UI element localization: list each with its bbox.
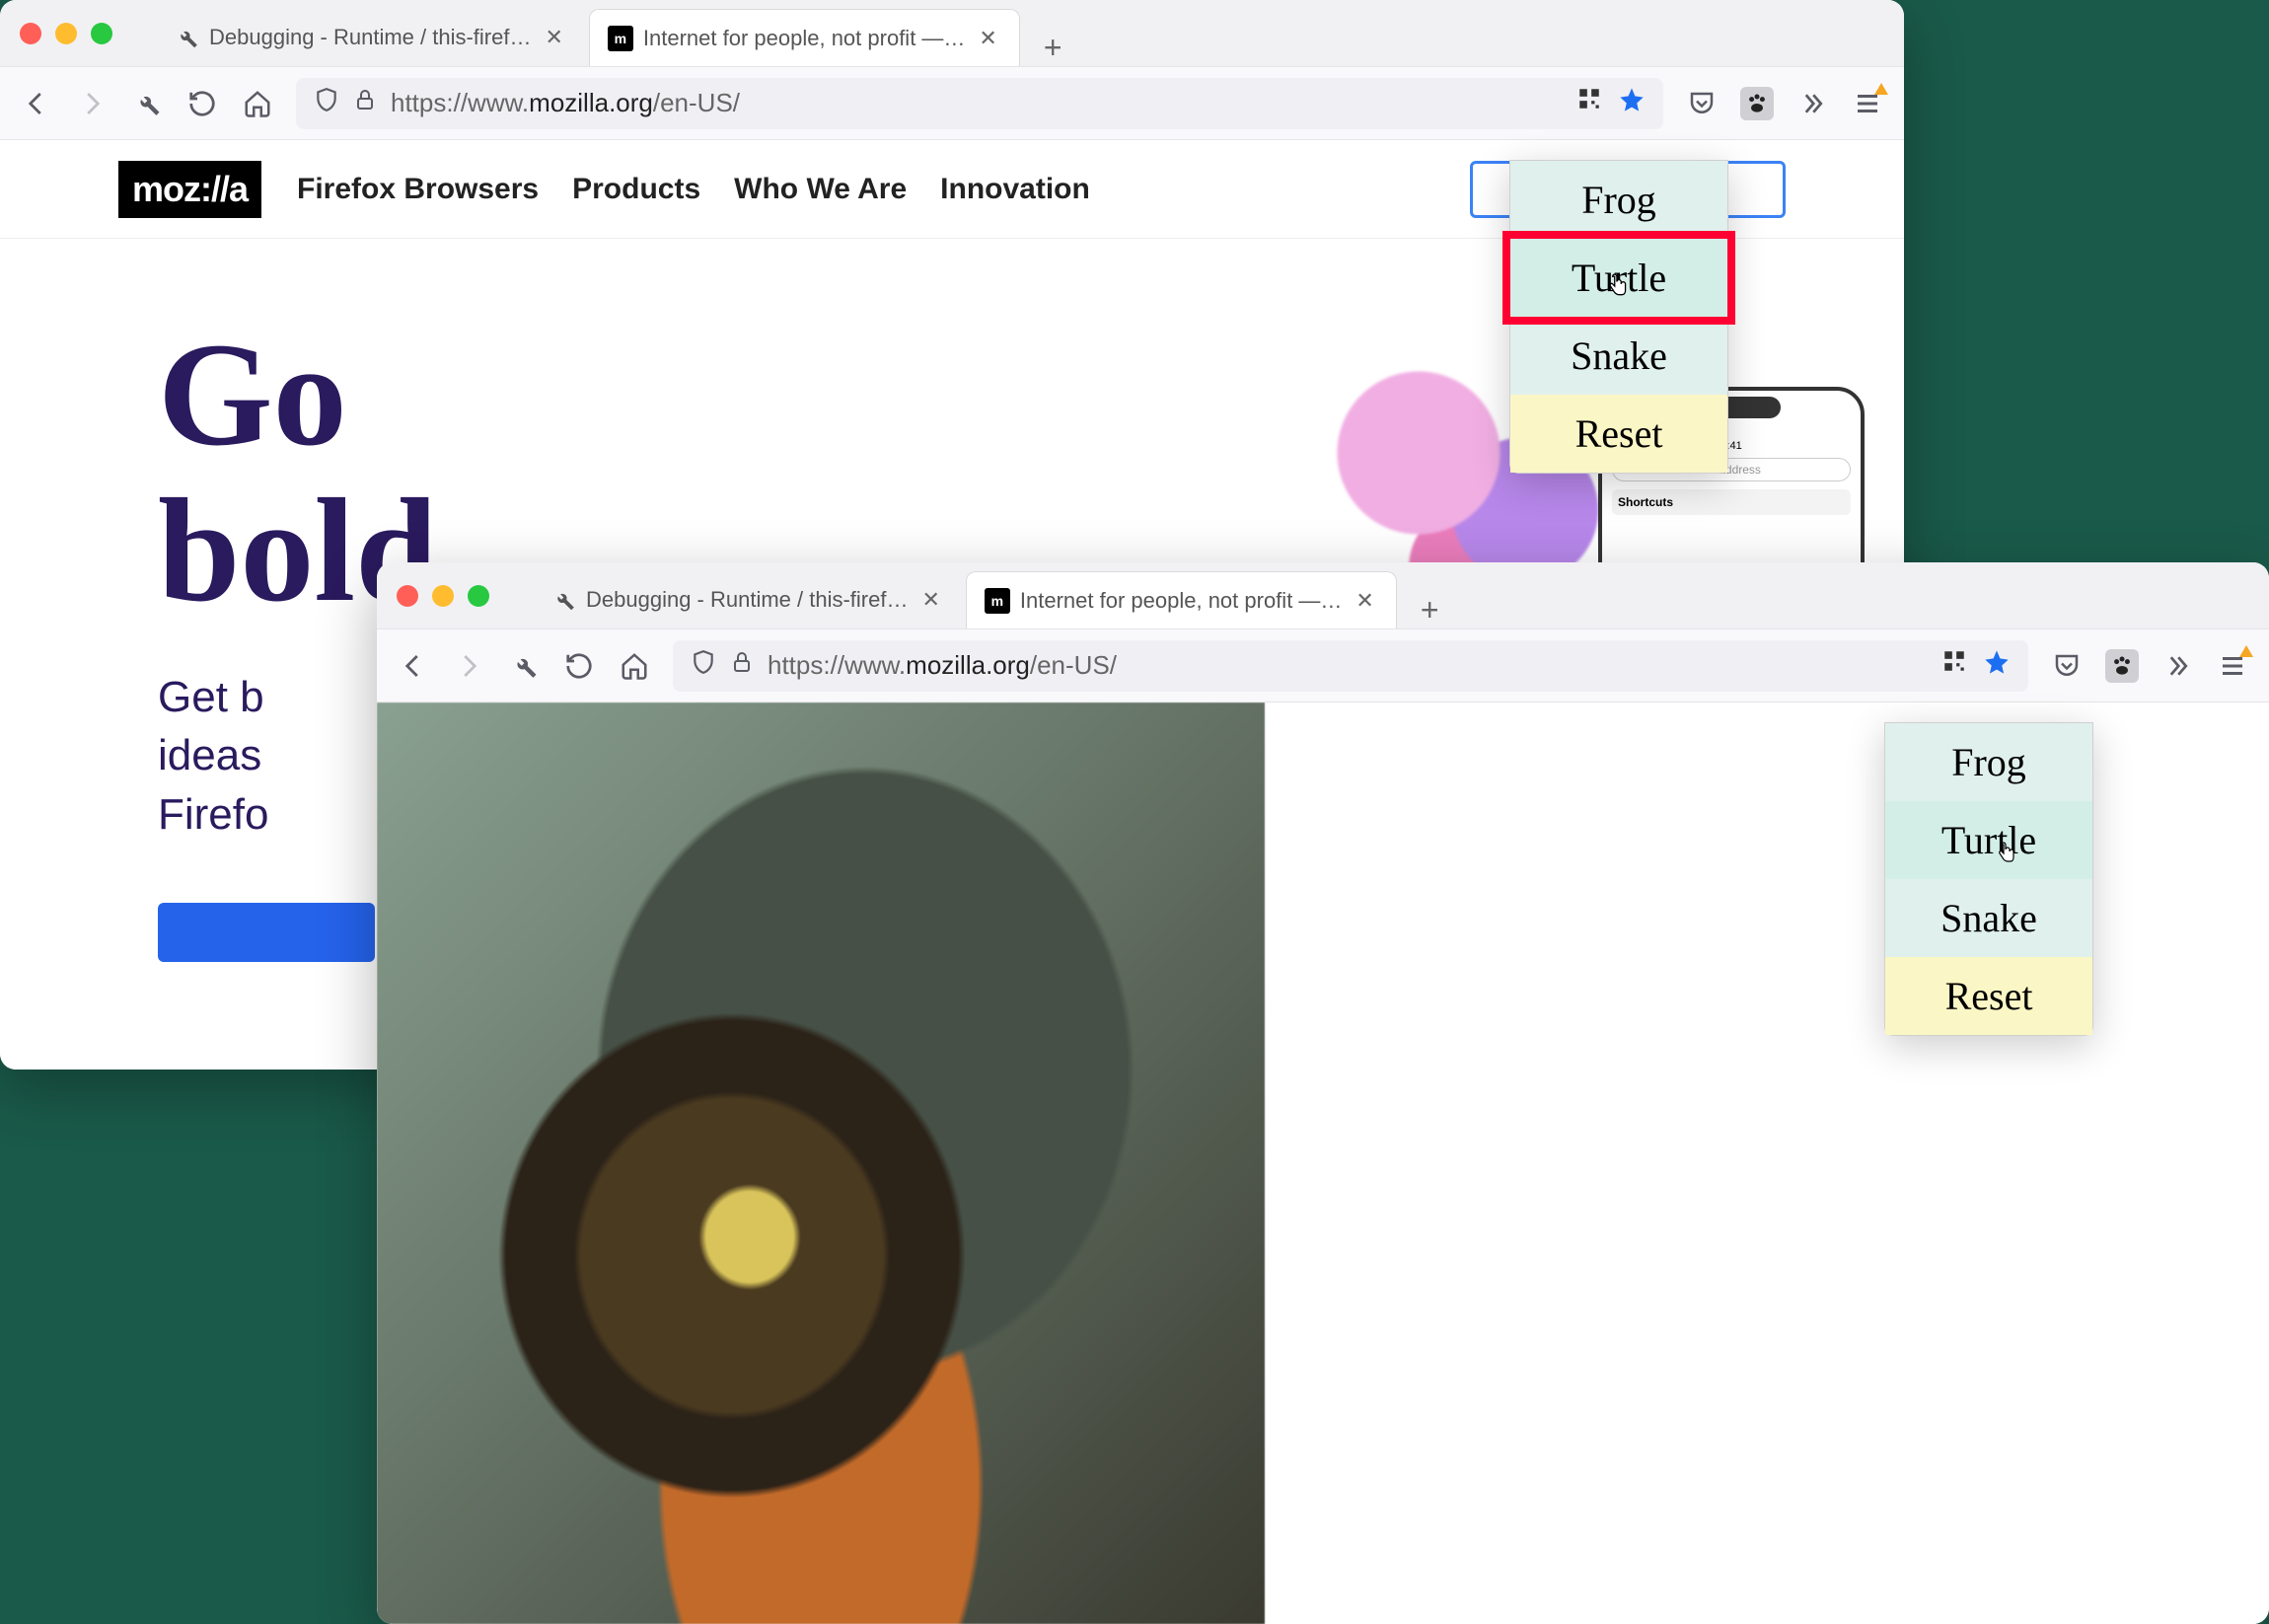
cursor-hand-icon bbox=[1605, 262, 1631, 288]
maximize-window-button[interactable] bbox=[91, 23, 112, 44]
forward-button[interactable] bbox=[452, 649, 485, 683]
phone-shortcuts-card: Shortcuts bbox=[1612, 489, 1851, 515]
popup-item-frog[interactable]: Frog bbox=[1510, 161, 1727, 239]
qr-icon[interactable] bbox=[1576, 86, 1602, 120]
extension-popup: Frog Turtle Snake Reset bbox=[1509, 160, 1728, 474]
close-window-button[interactable] bbox=[397, 585, 418, 607]
new-tab-button[interactable]: + bbox=[1024, 30, 1082, 66]
pocket-button[interactable] bbox=[1685, 87, 1719, 120]
forward-button[interactable] bbox=[75, 87, 109, 120]
popup-item-turtle[interactable]: Turtle bbox=[1885, 801, 2092, 879]
overflow-button[interactable] bbox=[2160, 649, 2194, 683]
tab-mozilla[interactable]: m Internet for people, not profit —… ✕ bbox=[589, 9, 1020, 66]
popup-item-snake[interactable]: Snake bbox=[1885, 879, 2092, 957]
turtle-image bbox=[377, 702, 1265, 1624]
tab-title: Debugging - Runtime / this-firef… bbox=[209, 25, 531, 50]
hamburger-menu-button[interactable] bbox=[2216, 649, 2249, 683]
traffic-lights bbox=[397, 585, 489, 607]
tab-strip: Debugging - Runtime / this-firef… ✕ m In… bbox=[533, 562, 2249, 628]
hero-cta-button[interactable] bbox=[158, 903, 375, 962]
toolbar: https://www.mozilla.org/en-US/ bbox=[0, 67, 1904, 140]
shield-icon[interactable] bbox=[314, 87, 339, 119]
tab-title: Debugging - Runtime / this-firef… bbox=[586, 587, 908, 613]
new-tab-button[interactable]: + bbox=[1401, 592, 1459, 628]
notification-dot-icon bbox=[1874, 83, 1888, 95]
bookmark-star-icon[interactable] bbox=[1983, 648, 2011, 683]
nav-innovation[interactable]: Innovation bbox=[940, 173, 1090, 206]
devtools-button[interactable] bbox=[130, 87, 164, 120]
titlebar: Debugging - Runtime / this-firef… ✕ m In… bbox=[0, 0, 1904, 67]
toolbar: https://www.mozilla.org/en-US/ bbox=[377, 629, 2269, 702]
overflow-button[interactable] bbox=[1795, 87, 1829, 120]
paw-extension-button[interactable] bbox=[2105, 649, 2139, 683]
wrench-icon bbox=[174, 25, 199, 50]
tab-debugging[interactable]: Debugging - Runtime / this-firef… ✕ bbox=[156, 9, 585, 66]
back-button[interactable] bbox=[397, 649, 430, 683]
mozilla-favicon-icon: m bbox=[608, 26, 633, 51]
tab-title: Internet for people, not profit —… bbox=[643, 26, 966, 51]
mozilla-logo[interactable]: moz://a bbox=[118, 161, 261, 218]
close-window-button[interactable] bbox=[20, 23, 41, 44]
paw-extension-button[interactable] bbox=[1740, 87, 1774, 120]
shield-icon[interactable] bbox=[691, 649, 716, 682]
cursor-hand-icon bbox=[1994, 829, 2019, 854]
url-bar[interactable]: https://www.mozilla.org/en-US/ bbox=[673, 640, 2028, 692]
tab-close-button[interactable]: ✕ bbox=[1352, 588, 1377, 614]
popup-item-label: Turtle bbox=[1941, 818, 2036, 862]
reload-button[interactable] bbox=[562, 649, 596, 683]
popup-item-turtle[interactable]: Turtle bbox=[1510, 239, 1727, 317]
notification-dot-icon bbox=[2239, 645, 2253, 657]
popup-item-snake[interactable]: Snake bbox=[1510, 317, 1727, 395]
mozilla-favicon-icon: m bbox=[985, 588, 1010, 614]
tab-debugging[interactable]: Debugging - Runtime / this-firef… ✕ bbox=[533, 571, 962, 628]
lock-icon[interactable] bbox=[353, 88, 377, 118]
qr-icon[interactable] bbox=[1941, 648, 1967, 683]
titlebar: Debugging - Runtime / this-firef… ✕ m In… bbox=[377, 562, 2269, 629]
traffic-lights bbox=[20, 23, 112, 44]
browser-window-2: Debugging - Runtime / this-firef… ✕ m In… bbox=[377, 562, 2269, 1624]
popup-item-reset[interactable]: Reset bbox=[1885, 957, 2092, 1035]
bookmark-star-icon[interactable] bbox=[1618, 86, 1646, 120]
minimize-window-button[interactable] bbox=[432, 585, 454, 607]
tab-strip: Debugging - Runtime / this-firef… ✕ m In… bbox=[156, 0, 1884, 66]
maximize-window-button[interactable] bbox=[468, 585, 489, 607]
home-button[interactable] bbox=[241, 87, 274, 120]
back-button[interactable] bbox=[20, 87, 53, 120]
tab-title: Internet for people, not profit —… bbox=[1020, 588, 1343, 614]
home-button[interactable] bbox=[618, 649, 651, 683]
url-text: https://www.mozilla.org/en-US/ bbox=[391, 88, 740, 118]
url-bar[interactable]: https://www.mozilla.org/en-US/ bbox=[296, 78, 1663, 129]
devtools-button[interactable] bbox=[507, 649, 541, 683]
nav-products[interactable]: Products bbox=[572, 173, 700, 206]
tab-close-button[interactable]: ✕ bbox=[541, 25, 566, 50]
popup-item-reset[interactable]: Reset bbox=[1510, 395, 1727, 473]
popup-item-frog[interactable]: Frog bbox=[1885, 723, 2092, 801]
lock-icon[interactable] bbox=[730, 650, 754, 681]
nav-who-we-are[interactable]: Who We Are bbox=[734, 173, 907, 206]
url-text: https://www.mozilla.org/en-US/ bbox=[768, 650, 1117, 681]
extension-popup: Frog Turtle Snake Reset bbox=[1884, 722, 2093, 1036]
pocket-button[interactable] bbox=[2050, 649, 2084, 683]
reload-button[interactable] bbox=[185, 87, 219, 120]
tab-mozilla[interactable]: m Internet for people, not profit —… ✕ bbox=[966, 571, 1397, 628]
hamburger-menu-button[interactable] bbox=[1851, 87, 1884, 120]
tab-close-button[interactable]: ✕ bbox=[917, 587, 943, 613]
site-nav: Firefox Browsers Products Who We Are Inn… bbox=[297, 173, 1090, 206]
wrench-icon bbox=[550, 587, 576, 613]
minimize-window-button[interactable] bbox=[55, 23, 77, 44]
tab-close-button[interactable]: ✕ bbox=[975, 26, 1000, 51]
nav-firefox-browsers[interactable]: Firefox Browsers bbox=[297, 173, 539, 206]
